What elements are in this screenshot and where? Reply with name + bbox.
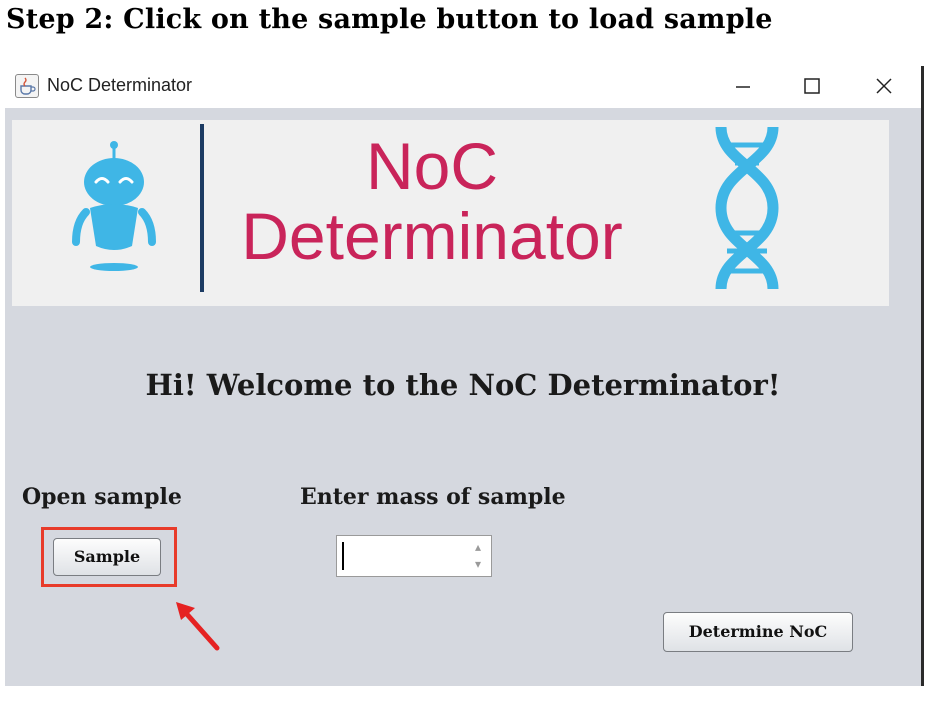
minimize-icon[interactable] — [725, 72, 761, 100]
banner-title-line2: Determinator — [241, 199, 623, 273]
banner-image: NoC Determinator — [12, 120, 889, 306]
robot-icon — [62, 138, 172, 278]
welcome-message: Hi! Welcome to the NoC Determinator! — [145, 368, 781, 402]
determine-noc-button[interactable]: Determine NoC — [663, 612, 853, 652]
dna-icon — [707, 123, 787, 293]
chevron-down-icon[interactable]: ▾ — [471, 557, 485, 571]
title-bar: NoC Determinator — [5, 66, 921, 108]
maximize-icon[interactable] — [794, 72, 830, 100]
window-title: NoC Determinator — [47, 75, 193, 95]
chevron-up-icon[interactable]: ▴ — [471, 540, 485, 554]
app-window: NoC Determinator NoC Determinator Hi! We… — [5, 66, 924, 686]
step-heading: Step 2: Click on the sample button to lo… — [6, 4, 773, 35]
text-caret — [342, 542, 344, 570]
java-cup-icon — [15, 74, 39, 98]
close-icon[interactable] — [866, 72, 902, 100]
mass-spinner[interactable]: ▴ ▾ — [336, 535, 492, 577]
arrow-annotation-icon — [173, 598, 223, 652]
sample-button[interactable]: Sample — [53, 538, 161, 576]
open-sample-label: Open sample — [22, 484, 182, 510]
banner-title-line1: NoC — [365, 129, 499, 203]
mass-label: Enter mass of sample — [300, 484, 566, 510]
